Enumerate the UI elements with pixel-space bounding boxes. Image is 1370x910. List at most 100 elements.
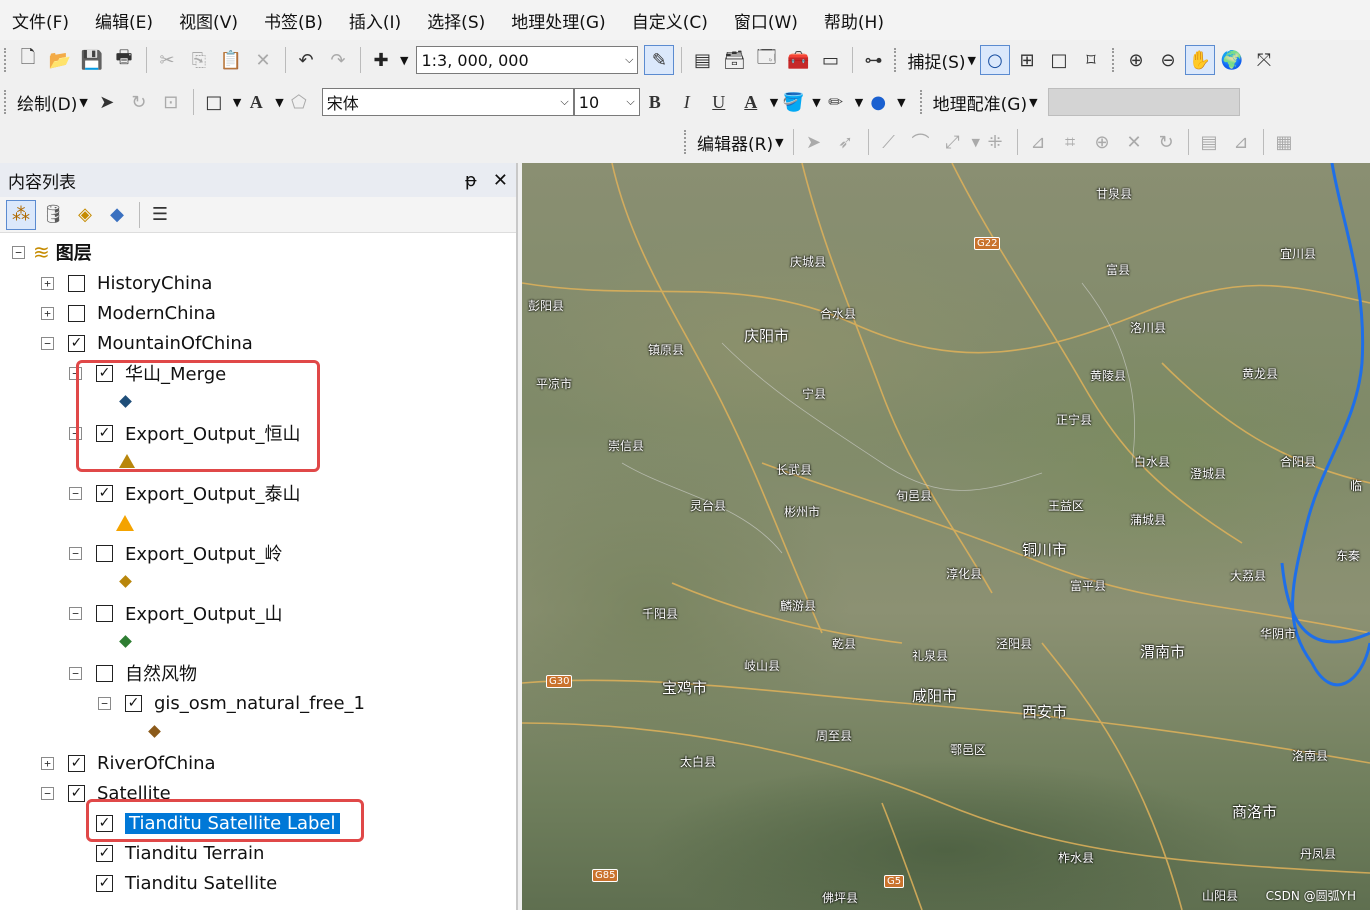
pan-icon[interactable]: ✋ — [1185, 45, 1215, 75]
collapse-icon[interactable]: − — [69, 606, 82, 620]
end-point-arc-icon[interactable]: ⌒ — [906, 127, 936, 157]
layer-item[interactable]: − ✓ gis_osm_natural_free_1 — [98, 689, 365, 717]
rotate-icon[interactable]: ↻ — [124, 87, 154, 117]
layer-checkbox[interactable]: ✓ — [96, 874, 113, 892]
collapse-icon[interactable]: − — [41, 786, 54, 800]
add-data-icon[interactable]: ✚ — [366, 45, 396, 75]
edge-snap-icon[interactable]: ⌑ — [1076, 45, 1106, 75]
expand-icon[interactable]: + — [41, 276, 54, 290]
add-data-dropdown-icon[interactable]: ▼ — [400, 54, 408, 67]
fill-color-dropdown-icon[interactable]: ▼ — [812, 96, 820, 109]
menu-bookmarks[interactable]: 书签(B) — [264, 8, 323, 33]
search-window-icon[interactable]: 🗔 — [751, 45, 781, 75]
snapping-menu[interactable]: 捕捉(S) ▼ — [907, 48, 976, 73]
vertex-snap-icon[interactable]: □ — [1044, 45, 1074, 75]
print-icon[interactable]: 🖶 — [109, 45, 139, 75]
collapse-icon[interactable]: − — [69, 546, 82, 560]
list-by-selection-icon[interactable]: ◆ — [102, 200, 132, 230]
cut-polygons-icon[interactable]: ⊕ — [1087, 127, 1117, 157]
attributes-icon[interactable]: ▤ — [1194, 127, 1224, 157]
layer-item[interactable]: + ModernChina — [41, 299, 216, 327]
menu-file[interactable]: 文件(F) — [12, 8, 69, 33]
toolbar-grip[interactable] — [4, 90, 7, 114]
layer-checkbox[interactable] — [68, 274, 85, 292]
redo-icon[interactable]: ↷ — [323, 45, 353, 75]
point-icon[interactable]: ⁜ — [980, 127, 1010, 157]
toolbar-grip[interactable] — [919, 90, 923, 114]
paste-icon[interactable]: 📋 — [216, 45, 246, 75]
map-scale-combo[interactable]: 1:3, 000, 000 ⌵ — [416, 46, 639, 74]
python-window-icon[interactable]: ▭ — [815, 45, 845, 75]
edit-vertices-icon[interactable]: ⊿ — [1023, 127, 1053, 157]
bold-button[interactable]: B — [640, 87, 670, 117]
end-snap-icon[interactable]: ⊞ — [1012, 45, 1042, 75]
arctoolbox-icon[interactable]: 🧰 — [783, 45, 813, 75]
georeferencing-menu[interactable]: 地理配准(G) ▼ — [933, 90, 1038, 115]
full-extent-icon[interactable]: 🌍 — [1217, 45, 1247, 75]
fixed-zoom-icon[interactable]: ⤧ — [1249, 45, 1279, 75]
editor-toolbar-icon[interactable]: ✎ — [644, 45, 675, 75]
layer-item[interactable]: − Export_Output_山 — [69, 599, 282, 627]
rotate-feature-icon[interactable]: ↻ — [1151, 127, 1181, 157]
zoom-to-element-icon[interactable]: ⊡ — [156, 87, 186, 117]
toolbar-grip[interactable] — [894, 48, 897, 72]
marker-color-icon[interactable]: ● — [863, 87, 893, 117]
toolbar-grip[interactable] — [1112, 48, 1115, 72]
layer-item[interactable]: − ✓ MountainOfChina — [41, 329, 253, 357]
sketch-properties-icon[interactable]: ⊿ — [1226, 127, 1256, 157]
rectangle-icon[interactable]: □ — [199, 87, 229, 117]
marker-color-dropdown-icon[interactable]: ▼ — [897, 96, 905, 109]
reshape-icon[interactable]: ⌗ — [1055, 127, 1085, 157]
layer-checkbox[interactable]: ✓ — [96, 844, 113, 862]
save-icon[interactable]: 💾 — [77, 45, 107, 75]
menu-geoprocessing[interactable]: 地理处理(G) — [511, 8, 605, 33]
font-name-combo[interactable]: 宋体 ⌵ — [321, 88, 574, 116]
collapse-icon[interactable]: − — [98, 696, 111, 710]
editor-menu[interactable]: 编辑器(R) ▼ — [697, 130, 784, 155]
menu-insert[interactable]: 插入(I) — [349, 8, 401, 33]
line-color-dropdown-icon[interactable]: ▼ — [855, 96, 863, 109]
open-folder-icon[interactable]: 📂 — [45, 45, 75, 75]
list-by-drawing-order-icon[interactable]: ⁂ — [6, 199, 36, 230]
rectangle-dropdown-icon[interactable]: ▼ — [233, 96, 241, 109]
toolbar-grip[interactable] — [684, 130, 687, 154]
collapse-icon[interactable]: − — [69, 486, 82, 500]
menu-windows[interactable]: 窗口(W) — [734, 8, 798, 33]
text-dropdown-icon[interactable]: ▼ — [275, 96, 283, 109]
menu-help[interactable]: 帮助(H) — [824, 8, 884, 33]
zoom-out-icon[interactable]: ⊖ — [1153, 45, 1183, 75]
layer-checkbox[interactable]: ✓ — [125, 694, 142, 712]
layer-item[interactable]: + ✓ RiverOfChina — [41, 749, 216, 777]
layer-checkbox[interactable]: ✓ — [68, 334, 85, 352]
layer-checkbox[interactable] — [96, 604, 113, 622]
layer-checkbox[interactable]: ✓ — [96, 484, 113, 502]
menu-edit[interactable]: 编辑(E) — [95, 8, 153, 33]
collapse-icon[interactable]: − — [41, 336, 54, 350]
pin-icon[interactable]: ᵽ — [465, 170, 477, 191]
line-color-icon[interactable]: ✏ — [821, 87, 851, 117]
menu-selection[interactable]: 选择(S) — [427, 8, 485, 33]
close-icon[interactable]: ✕ — [493, 170, 508, 191]
layer-checkbox[interactable]: ✓ — [68, 784, 85, 802]
layer-item[interactable]: + HistoryChina — [41, 269, 212, 297]
straight-segment-icon[interactable]: ⟋ — [874, 127, 904, 157]
layer-checkbox[interactable] — [96, 664, 113, 682]
layer-item[interactable]: ✓ Tianditu Terrain — [96, 839, 264, 867]
layer-item[interactable]: ✓ Tianditu Satellite — [96, 869, 277, 897]
layer-checkbox[interactable] — [68, 304, 85, 322]
layer-item[interactable]: − Export_Output_岭 — [69, 539, 282, 567]
layer-item[interactable]: − 自然风物 — [69, 659, 197, 687]
layer-checkbox[interactable] — [96, 544, 113, 562]
edit-vertices-icon[interactable]: ⬠ — [284, 87, 314, 117]
copy-icon[interactable]: ⎘ — [184, 45, 214, 75]
options-icon[interactable]: ☰ — [145, 200, 175, 230]
undo-icon[interactable]: ↶ — [291, 45, 321, 75]
italic-button[interactable]: I — [672, 87, 702, 117]
list-by-source-icon[interactable]: 🛢 — [38, 200, 68, 230]
collapse-icon[interactable]: − — [69, 666, 82, 680]
list-by-visibility-icon[interactable]: ◈ — [70, 200, 100, 230]
table-of-contents-icon[interactable]: ▤ — [687, 45, 717, 75]
model-builder-icon[interactable]: ⊶ — [858, 45, 888, 75]
construction-dropdown-icon[interactable]: ▼ — [972, 136, 980, 149]
edit-tool-icon[interactable]: ➤ — [799, 127, 829, 157]
